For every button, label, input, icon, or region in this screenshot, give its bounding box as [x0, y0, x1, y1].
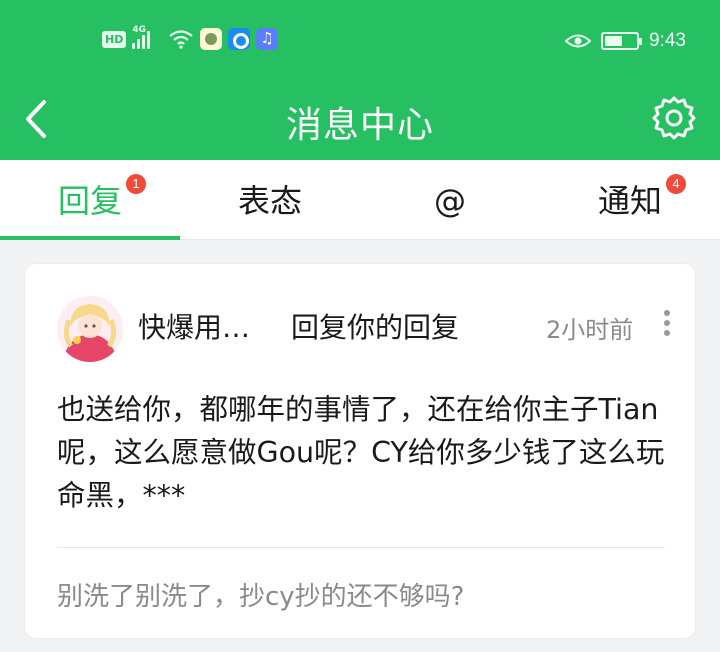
tab-label: 表态 [237, 182, 302, 220]
tab-mention[interactable]: @ [360, 160, 540, 240]
more-options-icon[interactable] [657, 310, 677, 342]
active-tab-indicator [0, 236, 180, 240]
hd-icon: HD [102, 30, 127, 48]
divider [57, 547, 665, 548]
app-icon-3 [256, 28, 279, 50]
unread-badge: 1 [126, 174, 146, 194]
tab-label: 回复 1 [58, 160, 146, 242]
status-left: HD 4G [102, 25, 279, 50]
gear-icon[interactable] [650, 94, 698, 142]
tab-bar: 回复 1 表态 @ 通知 4 [0, 160, 720, 240]
battery-level [605, 36, 623, 46]
avatar[interactable] [57, 296, 123, 362]
tab-reply[interactable]: 回复 1 [0, 160, 180, 240]
app-header: HD 4G ♫ 9:43 消息中心 [0, 0, 720, 160]
status-right: 9:43 [565, 30, 686, 52]
app-icon-1 [200, 28, 223, 50]
page-title: 消息中心 [285, 105, 434, 146]
action-text: 回复你的回复 [291, 311, 460, 344]
tab-label: 通知 4 [598, 160, 686, 242]
status-bar: HD 4G ♫ 9:43 [0, 0, 720, 80]
reply-content: 也送给你，都哪年的事情了，还在给你主子Tian呢，这么愿意做Gou呢？CY给你多… [57, 393, 665, 512]
tab-reaction[interactable]: 表态 [180, 160, 360, 240]
network-type: 4G [132, 25, 146, 35]
username[interactable]: 快爆用… [138, 306, 250, 346]
quoted-comment[interactable]: 别洗了别洗了，抄cy抄的还不够吗? [57, 576, 464, 613]
wifi-icon [169, 30, 194, 49]
app-icon-2 [228, 28, 251, 50]
signal-icon: 4G [132, 25, 162, 49]
battery-icon [601, 32, 643, 50]
tab-label: @ [434, 182, 466, 220]
eye-icon [565, 34, 592, 48]
title-bar: 消息中心 [0, 80, 720, 160]
unread-badge: 4 [666, 174, 686, 194]
timestamp: 2小时前 [546, 316, 634, 344]
message-card[interactable]: 快爆用… 回复你的回复 2小时前 也送给你，都哪年的事情了，还在给你主子Tian… [24, 263, 696, 639]
clock: 9:43 [649, 30, 686, 51]
tab-notice[interactable]: 通知 4 [540, 160, 720, 240]
